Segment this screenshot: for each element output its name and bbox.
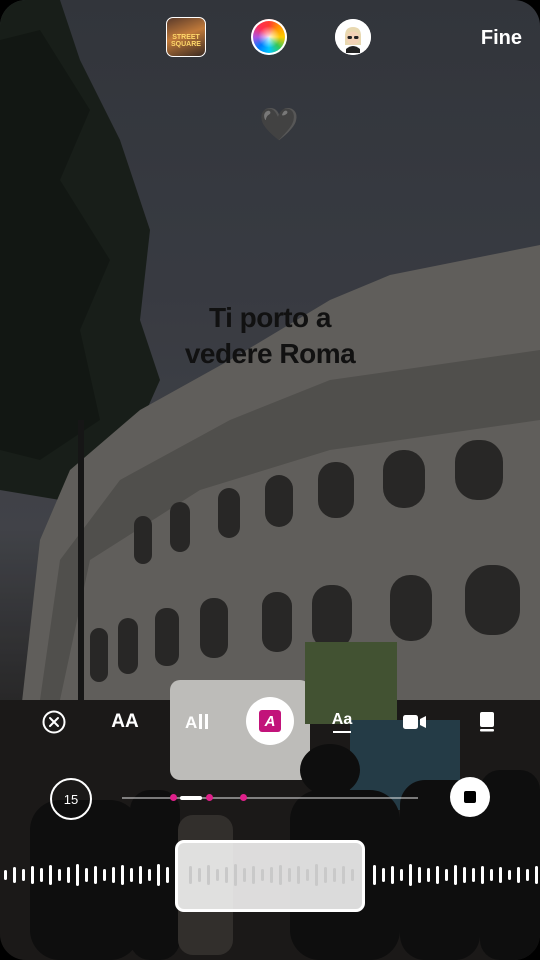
waveform-bar-selected [333,868,336,882]
waveform-bar [85,868,88,882]
timeline-marker[interactable] [240,794,247,801]
waveform-bar [76,864,79,886]
timeline-marker[interactable] [206,794,213,801]
text-effect-button[interactable]: Aa [320,700,364,744]
waveform-bar [67,867,70,883]
waveform-bar [130,868,133,882]
waveform-bar [517,867,520,883]
waveform-bar [40,868,43,882]
waveform-bar [409,864,412,886]
waveform-bar [22,869,25,881]
text-highlight-button[interactable]: A [246,697,294,745]
video-icon[interactable] [393,700,437,744]
caption-line-1: Ti porto a [208,302,332,333]
waveform-bar-selected [243,868,246,882]
highlight-label: A [259,710,281,732]
waveform-bar [490,869,493,881]
waveform-bar-selected [198,868,201,882]
waveform-bar [94,866,97,884]
close-icon[interactable] [32,700,76,744]
waveform-bar [499,867,502,883]
waveform-bar-selected [315,864,318,886]
waveform-bar [31,866,34,884]
waveform-bar [112,867,115,883]
waveform-bar-selected [189,866,192,884]
waveform-bar [445,869,448,881]
waveform-bar [148,869,151,881]
waveform-bar [103,869,106,881]
waveform-bar-selected [207,865,210,885]
text-caption[interactable]: Ti porto a vedere Roma [120,300,420,372]
waveform-bar [4,870,7,880]
waveform-bar [121,865,124,885]
story-editor: STREET SQUARE Fine 🖤 Ti porto a vedere R… [0,0,540,960]
waveform-bar [157,864,160,886]
waveform-bar-selected [297,866,300,884]
color-wheel-icon[interactable] [251,19,287,55]
timeline-current-segment[interactable] [180,796,202,800]
waveform-bar [535,866,538,884]
waveform-bar [418,867,421,883]
waveform-bar-selected [234,864,237,886]
waveform-bar [139,866,142,884]
waveform-bar-selected [279,865,282,885]
waveform-bar [472,868,475,882]
waveform-bar [436,866,439,884]
waveform-bar [373,865,376,885]
waveform-bar-selected [324,867,327,883]
done-button[interactable]: Fine [481,27,522,50]
timeline-marker[interactable] [170,794,177,801]
waveform-bar [382,868,385,882]
waveform-bar-selected [270,867,273,883]
waveform-bar-selected [306,869,309,881]
stop-icon [464,791,476,803]
waveform-bar-selected [252,866,255,884]
waveform-bar [508,870,511,880]
media-thumbnail-button[interactable]: STREET SQUARE [166,17,206,57]
waveform-bar [13,867,16,883]
waveform-bar [166,867,169,883]
heart-sticker[interactable]: 🖤 [259,104,299,144]
waveform-bar [481,866,484,884]
text-align-icon[interactable]: A [177,700,221,744]
waveform-bar [454,865,457,885]
thumbnail-label: STREET SQUARE [171,34,201,48]
effect-label: Aa [331,711,353,728]
caption-line-2: vedere Roma [184,338,356,369]
svg-text:A: A [185,713,197,732]
duration-button[interactable]: 15 [50,778,92,820]
waveform-bar-selected [342,866,345,884]
sticker-icon[interactable] [465,700,509,744]
waveform-bar [391,866,394,884]
waveform-bar [463,867,466,883]
font-size-button[interactable]: AA [103,700,147,744]
waveform-bar-selected [288,868,291,882]
avatar-icon [335,19,371,55]
waveform-bar-selected [225,867,228,883]
audio-waveform-selected [189,864,354,886]
waveform-bar [58,869,61,881]
waveform-bar-selected [351,869,354,881]
waveform-bar [526,869,529,881]
timeline-track[interactable] [122,797,418,799]
waveform-bar [49,865,52,885]
waveform-bar-selected [261,869,264,881]
waveform-bar [400,869,403,881]
waveform-bar [427,868,430,882]
stop-button[interactable] [450,777,490,817]
font-size-label: AA [111,711,139,732]
avatar-sticker-button[interactable] [335,19,371,55]
waveform-bar-selected [216,869,219,881]
